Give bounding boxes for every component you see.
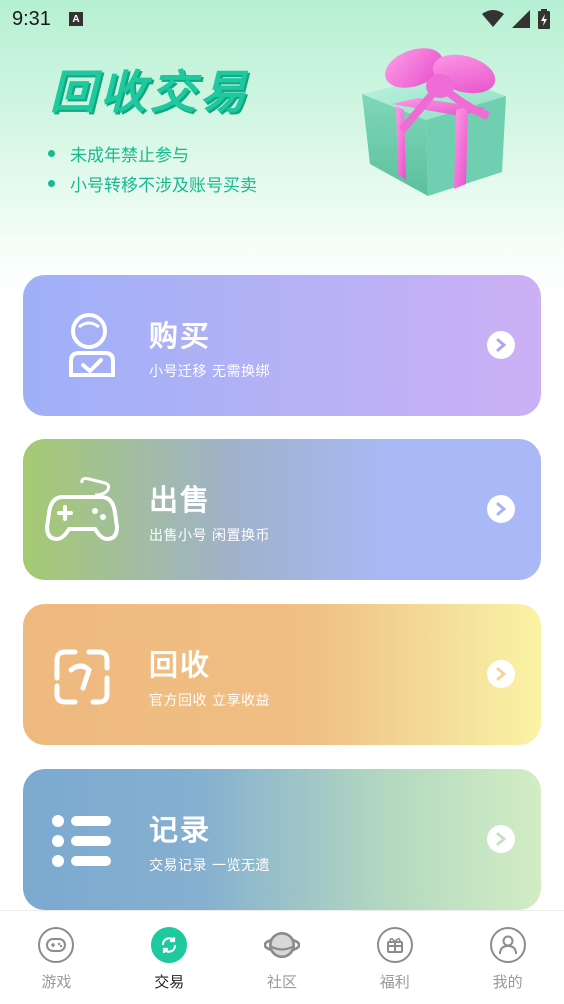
notice-item: 未成年禁止参与 [48, 138, 257, 168]
card-title: 回收 [149, 648, 212, 682]
wifi-icon [482, 10, 504, 27]
gamepad-icon [38, 927, 75, 963]
page-title: 回收交易 [50, 65, 250, 119]
chevron-right-icon[interactable] [487, 825, 515, 853]
notice-item: 小号转移不涉及账号买卖 [48, 168, 257, 198]
chevron-right-icon[interactable] [487, 331, 515, 359]
nav-item-welfare[interactable]: 福利 [338, 911, 451, 1004]
nav-item-profile[interactable]: 我的 [451, 911, 564, 1004]
chevron-right-icon[interactable] [487, 495, 515, 523]
notice-text: 小号转移不涉及账号买卖 [70, 175, 257, 196]
buy-card[interactable]: 购买 小号迁移 无需换绑 [23, 275, 541, 416]
profile-icon [489, 927, 526, 963]
nav-item-games[interactable]: 游戏 [0, 911, 113, 1004]
recycle-icon [54, 649, 110, 705]
gift-box-illustration [362, 48, 506, 196]
card-subtitle: 小号迁移 无需换绑 [149, 364, 270, 380]
battery-icon [538, 9, 550, 29]
card-subtitle: 出售小号 闲置换币 [149, 528, 270, 544]
nav-label: 社区 [266, 973, 297, 991]
bullet-dot-icon [48, 179, 55, 187]
status-icons [482, 9, 550, 29]
card-subtitle: 官方回收 立享收益 [149, 693, 270, 709]
sell-card[interactable]: 出售 出售小号 闲置换币 [23, 439, 541, 580]
nav-label: 游戏 [41, 973, 72, 991]
nav-item-trade[interactable]: 交易 [113, 911, 226, 1004]
nav-item-community[interactable]: 社区 [226, 911, 339, 1004]
bottom-nav: 游戏 交易 社区 福利 我的 [0, 910, 564, 1004]
nav-label: 福利 [379, 973, 410, 991]
planet-icon [263, 927, 300, 963]
nav-label: 我的 [492, 973, 523, 991]
gift-icon [376, 927, 413, 963]
notification-icon: A [68, 12, 83, 26]
notice-text: 未成年禁止参与 [70, 145, 189, 166]
card-title: 记录 [149, 813, 212, 847]
recycle-card[interactable]: 回收 官方回收 立享收益 [23, 604, 541, 745]
list-icon [52, 815, 111, 867]
card-subtitle: 交易记录 一览无遗 [149, 858, 270, 874]
gamepad-icon [45, 477, 119, 542]
record-card[interactable]: 记录 交易记录 一览无遗 [23, 769, 541, 910]
nav-label: 交易 [154, 973, 185, 991]
status-bar: 9:31 A [0, 0, 564, 38]
user-check-icon [69, 313, 115, 377]
bullet-dot-icon [48, 149, 55, 157]
notice-list: 未成年禁止参与 小号转移不涉及账号买卖 [48, 138, 257, 198]
status-time: 9:31 [12, 7, 51, 30]
exchange-icon [151, 927, 188, 963]
chevron-right-icon[interactable] [487, 660, 515, 688]
card-title: 购买 [149, 319, 212, 353]
card-title: 出售 [149, 483, 212, 517]
signal-icon [512, 10, 530, 28]
